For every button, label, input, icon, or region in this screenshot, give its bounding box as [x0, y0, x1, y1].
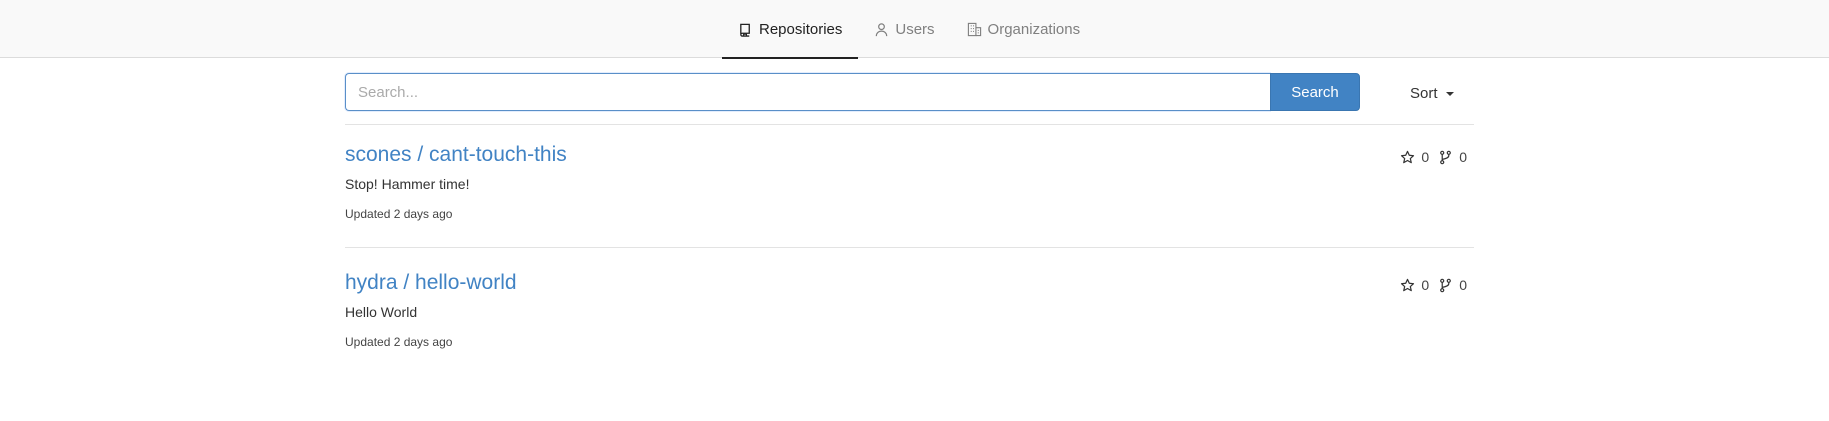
tab-label: Users	[895, 20, 935, 38]
repo-updated-time: Updated 2 days ago	[345, 207, 453, 221]
fork-count[interactable]: 0	[1438, 149, 1467, 165]
fork-count[interactable]: 0	[1438, 277, 1467, 293]
repo-link[interactable]: hydra / hello-world	[345, 271, 517, 295]
repo-stats: 0 0	[1400, 149, 1467, 165]
organization-icon	[967, 22, 981, 36]
tab-label: Organizations	[987, 20, 1081, 38]
repo-description: Hello World	[345, 304, 418, 320]
caret-down-icon	[1445, 91, 1454, 96]
star-icon	[1401, 150, 1415, 163]
fork-count-value: 0	[1459, 149, 1467, 165]
explore-tabs: Repositories Users Organizations	[722, 0, 1097, 59]
sort-dropdown[interactable]: Sort	[1410, 85, 1454, 102]
list-item: scones / cant-touch-this Stop! Hammer ti…	[345, 143, 1475, 253]
explore-tab-bar: Repositories Users Organizations	[0, 0, 1829, 59]
star-count[interactable]: 0	[1400, 277, 1429, 293]
fork-count-value: 0	[1459, 277, 1467, 293]
tab-organizations[interactable]: Organizations	[951, 0, 1097, 58]
star-icon	[1401, 278, 1415, 291]
search-button[interactable]: Search	[1270, 73, 1360, 111]
divider	[345, 247, 1474, 248]
tab-label: Repositories	[759, 20, 843, 38]
star-count[interactable]: 0	[1400, 149, 1429, 165]
repo-stats: 0 0	[1400, 277, 1467, 293]
repo-link[interactable]: scones / cant-touch-this	[345, 143, 567, 167]
divider	[345, 124, 1474, 125]
tab-repositories[interactable]: Repositories	[722, 0, 859, 59]
search-bar: Search	[345, 73, 1475, 111]
sort-label: Sort	[1410, 85, 1438, 102]
star-count-value: 0	[1421, 149, 1430, 165]
fork-icon	[1440, 278, 1452, 292]
repo-description: Stop! Hammer time!	[345, 176, 470, 192]
repo-updated-time: Updated 2 days ago	[345, 335, 453, 349]
search-input[interactable]	[345, 73, 1270, 111]
person-icon	[876, 22, 888, 36]
repo-icon	[740, 23, 750, 37]
tab-users[interactable]: Users	[858, 0, 950, 58]
list-item: hydra / hello-world Hello World Updated …	[345, 271, 1475, 381]
fork-icon	[1440, 150, 1452, 164]
star-count-value: 0	[1421, 277, 1430, 293]
